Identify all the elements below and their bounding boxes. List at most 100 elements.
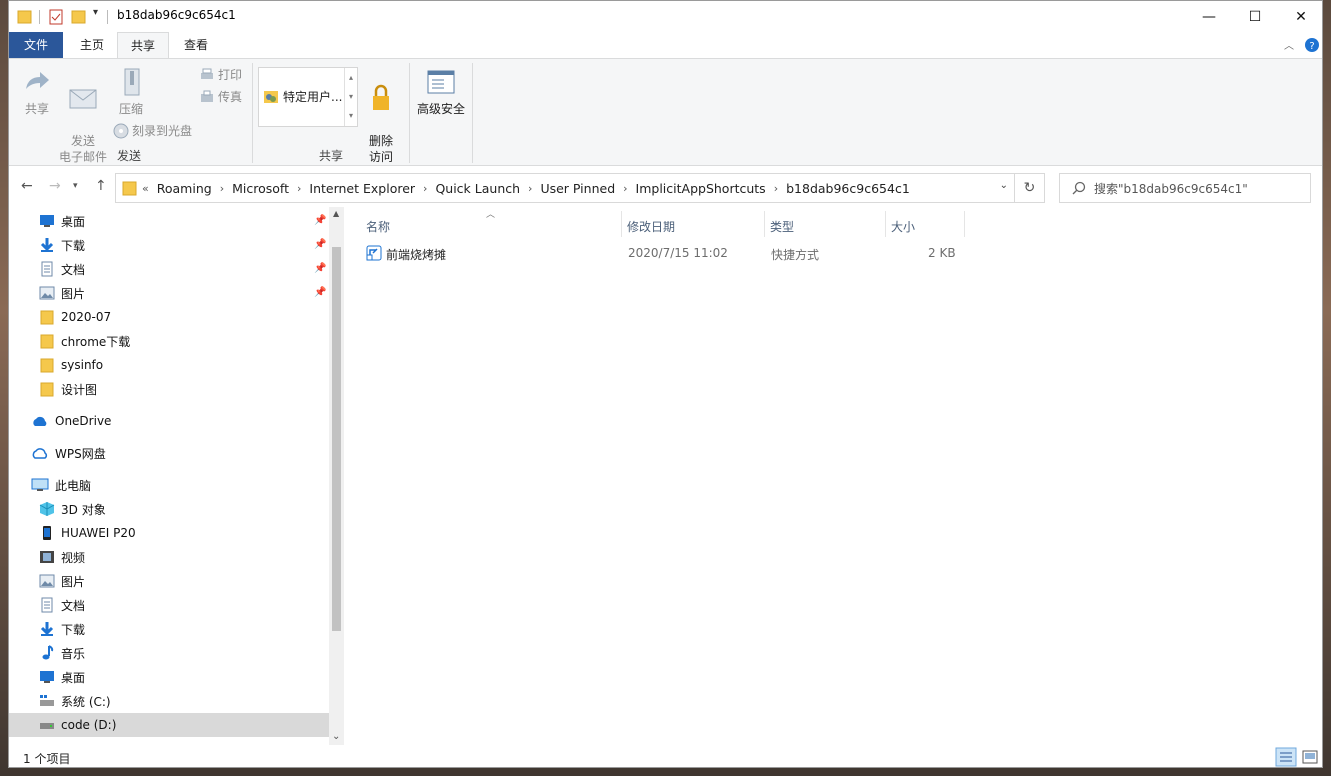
scroll-down-icon[interactable]: ⌄	[332, 731, 340, 742]
share-with-gallery[interactable]: 特定用户... ▴ ▾ ▾	[258, 67, 358, 127]
nav-item-desktop-pc[interactable]: 桌面	[39, 665, 85, 689]
scroll-up-icon[interactable]: ▲	[333, 209, 339, 218]
close-button[interactable]: ✕	[1278, 1, 1322, 32]
breadcrumb-current-folder[interactable]: b18dab96c9c654c1	[786, 181, 910, 196]
tab-view[interactable]: 查看	[171, 32, 221, 58]
fax-button[interactable]: 传真	[199, 88, 242, 105]
chevron-down-icon[interactable]: ⌄	[1000, 180, 1008, 191]
column-separator[interactable]	[764, 211, 765, 237]
nav-item-huawei-p20[interactable]: HUAWEI P20	[39, 521, 136, 545]
chevron-right-icon[interactable]: ›	[297, 182, 301, 195]
nav-item-wps-cloud[interactable]: WPS网盘	[31, 441, 106, 465]
column-separator[interactable]	[885, 211, 886, 237]
breadcrumb-quick-launch[interactable]: Quick Launch	[435, 181, 520, 196]
column-header-date[interactable]: 修改日期	[627, 215, 675, 237]
nav-item-downloads-pc[interactable]: 下载	[39, 617, 85, 641]
advanced-security-button[interactable]: 高级安全	[413, 67, 469, 117]
refresh-icon[interactable]: ↻	[1015, 173, 1045, 203]
customize-toolbar-icon[interactable]: ▾	[93, 7, 98, 27]
nav-item-label: 音乐	[61, 646, 86, 661]
nav-item-onedrive[interactable]: OneDrive	[31, 409, 111, 433]
up-icon[interactable]: ↑	[95, 178, 107, 194]
desktop-icon	[40, 215, 54, 227]
chevron-right-icon[interactable]: ›	[423, 182, 427, 195]
scroll-thumb[interactable]	[332, 247, 341, 631]
document-icon	[41, 597, 53, 613]
nav-scrollbar[interactable]: ▲ ⌄	[329, 207, 344, 745]
collapse-ribbon-icon[interactable]: ︿	[1284, 37, 1294, 52]
tab-home[interactable]: 主页	[67, 32, 117, 58]
properties-icon[interactable]	[49, 7, 65, 27]
nav-item-code-drive[interactable]: code (D:)	[9, 713, 329, 737]
column-header-size[interactable]: 大小	[891, 215, 915, 237]
new-folder-icon[interactable]	[71, 7, 87, 27]
burn-disc-button[interactable]: 刻录到光盘	[113, 122, 192, 139]
tab-share[interactable]: 共享	[117, 32, 169, 58]
minimize-button[interactable]: —	[1186, 1, 1232, 32]
send-email-button[interactable]: 发送 电子邮件	[55, 67, 111, 165]
large-icons-view-icon[interactable]	[1299, 747, 1321, 767]
column-header-name[interactable]: 名称	[366, 215, 390, 237]
share-button[interactable]: 共享	[19, 67, 55, 117]
column-header-type[interactable]: 类型	[770, 215, 794, 237]
nav-item-downloads[interactable]: 下载	[39, 233, 85, 257]
tab-file[interactable]: 文件	[9, 32, 63, 58]
specific-users-item[interactable]: 特定用户...	[263, 88, 342, 105]
overflow-icon[interactable]: «	[142, 182, 149, 195]
chevron-right-icon[interactable]: ›	[220, 182, 224, 195]
window-title: b18dab96c9c654c1	[117, 8, 236, 22]
breadcrumb-roaming[interactable]: Roaming	[157, 181, 212, 196]
print-button[interactable]: 打印	[199, 66, 242, 83]
nav-item-label: 设计图	[61, 382, 98, 397]
wps-cloud-icon	[32, 448, 48, 459]
search-input[interactable]: 搜索"b18dab96c9c654c1"	[1059, 173, 1311, 203]
chevron-right-icon[interactable]: ›	[528, 182, 532, 195]
nav-item-documents-pc[interactable]: 文档	[39, 593, 85, 617]
nav-item-pictures-pc[interactable]: 图片	[39, 569, 85, 593]
pin-icon[interactable]: 📌	[314, 239, 326, 250]
details-view-icon[interactable]	[1275, 747, 1297, 767]
column-separator[interactable]	[964, 211, 965, 237]
breadcrumb-implicit-app-shortcuts[interactable]: ImplicitAppShortcuts	[636, 181, 766, 196]
email-icon	[69, 89, 97, 109]
nav-item-videos[interactable]: 视频	[39, 545, 85, 569]
zip-icon	[124, 68, 140, 96]
cloud-icon	[33, 416, 47, 426]
remove-access-button[interactable]: 删除 访问	[361, 67, 401, 165]
column-separator[interactable]	[621, 211, 622, 237]
breadcrumb-internet-explorer[interactable]: Internet Explorer	[309, 181, 415, 196]
address-bar[interactable]: « Roaming › Microsoft › Internet Explore…	[115, 173, 1015, 203]
table-row[interactable]: 前端烧烤摊 2020/7/15 11:02 快捷方式 2 KB	[366, 243, 976, 265]
nav-item-pictures[interactable]: 图片	[39, 281, 85, 305]
nav-item-design[interactable]: 设计图	[39, 377, 97, 401]
zip-button[interactable]: 压缩	[113, 67, 149, 117]
breadcrumb-microsoft[interactable]: Microsoft	[232, 181, 289, 196]
download-icon	[40, 622, 54, 636]
nav-item-chrome-downloads[interactable]: chrome下载	[39, 329, 130, 353]
nav-item-folder-2020-07[interactable]: 2020-07	[39, 305, 111, 329]
specific-users-label: 特定用户...	[283, 90, 343, 104]
nav-item-3d-objects[interactable]: 3D 对象	[39, 497, 106, 521]
nav-item-music[interactable]: 音乐	[39, 641, 85, 665]
chevron-right-icon[interactable]: ›	[623, 182, 627, 195]
breadcrumb-user-pinned[interactable]: User Pinned	[540, 181, 615, 196]
chevron-right-icon[interactable]: ›	[774, 182, 778, 195]
folder-icon	[122, 181, 137, 196]
gallery-scroll[interactable]: ▴ ▾ ▾	[344, 68, 357, 126]
pin-icon[interactable]: 📌	[314, 263, 326, 274]
nav-item-documents[interactable]: 文档	[39, 257, 85, 281]
nav-item-sysinfo[interactable]: sysinfo	[39, 353, 103, 377]
search-icon	[1072, 181, 1086, 195]
back-icon[interactable]: ←	[21, 178, 33, 194]
maximize-button[interactable]: ☐	[1232, 1, 1278, 32]
ribbon-separator	[409, 63, 410, 163]
pin-icon[interactable]: 📌	[314, 287, 326, 298]
nav-item-this-pc[interactable]: 此电脑	[31, 473, 91, 497]
recent-locations-icon[interactable]: ▾	[73, 181, 78, 191]
forward-icon[interactable]: →	[49, 178, 61, 194]
pin-icon[interactable]: 📌	[314, 215, 326, 226]
file-name[interactable]: 前端烧烤摊	[386, 246, 446, 263]
help-icon[interactable]: ?	[1304, 37, 1320, 53]
nav-item-desktop[interactable]: 桌面	[39, 209, 85, 233]
nav-item-system-drive[interactable]: 系统 (C:)	[39, 689, 111, 713]
